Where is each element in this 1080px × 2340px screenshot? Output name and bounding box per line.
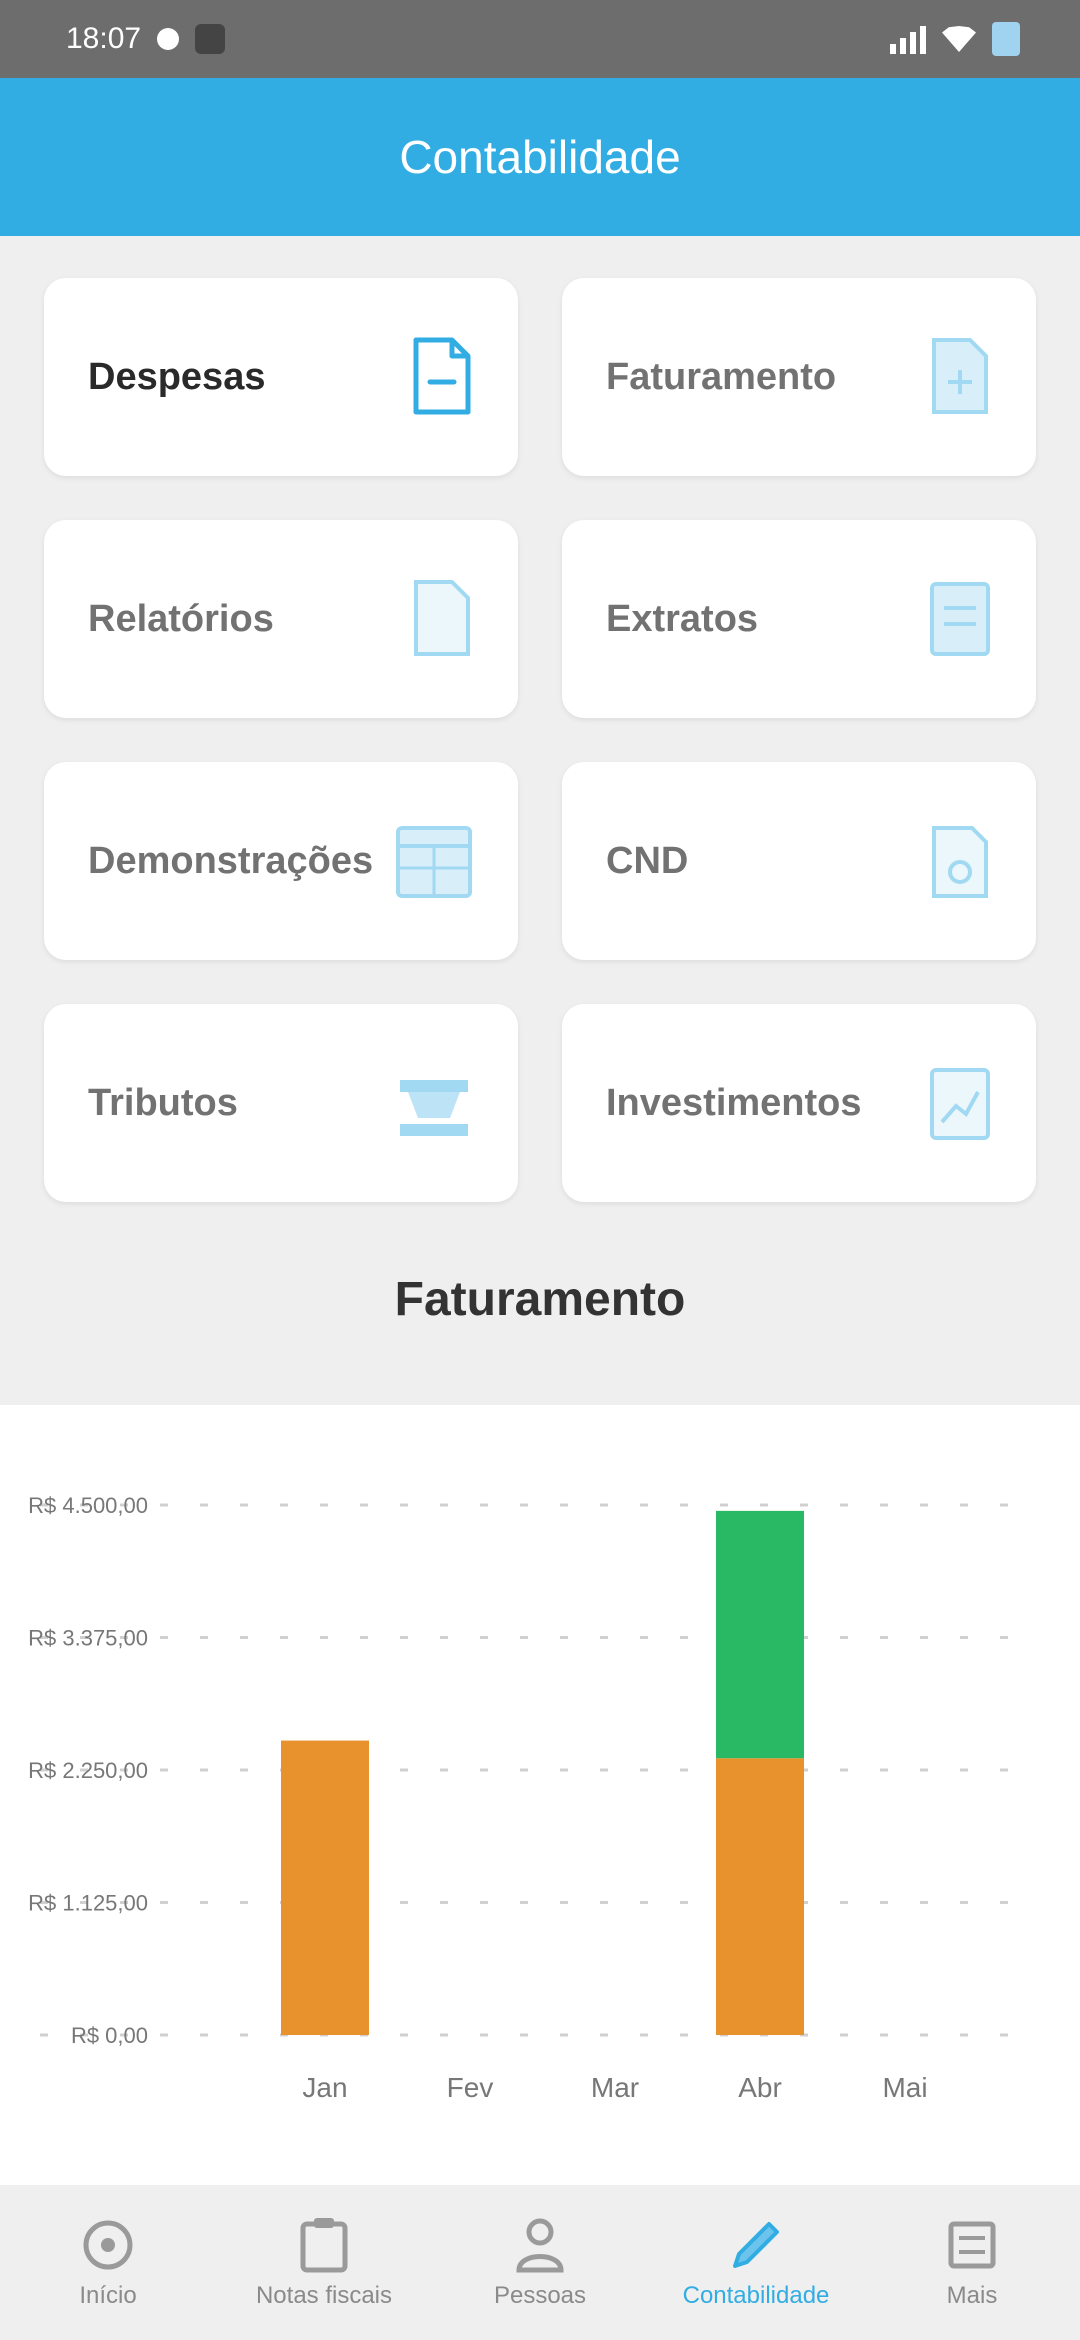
pencil-icon	[727, 2216, 785, 2274]
menu-grid: Despesas Faturamento Relatórios Extratos…	[44, 278, 1036, 1202]
card-label: Extratos	[606, 597, 759, 640]
bar-abr-series-2	[716, 1510, 804, 1759]
nav-mais[interactable]: Mais	[864, 2185, 1080, 2340]
card-label: Investimentos	[606, 1081, 862, 1124]
nav-label: Início	[79, 2281, 137, 2309]
chart-title: Faturamento	[394, 1273, 686, 1326]
nav-label: Notas fiscais	[255, 2281, 393, 2309]
bottom-navigation: Início Notas fiscais Pessoas Contabilida…	[0, 2185, 1080, 2340]
nav-contabilidade[interactable]: Contabilidade	[648, 2185, 864, 2340]
y-tick-label: R$ 4.500,00	[28, 1493, 148, 1518]
card-label: CND	[606, 839, 689, 882]
x-tick-label: Jan	[302, 2072, 347, 2103]
card-label: Despesas	[88, 355, 266, 398]
card-label: Relatórios	[88, 597, 274, 640]
document-minus-icon	[413, 337, 471, 415]
x-tick-label: Abr	[738, 2072, 782, 2103]
card-cnd[interactable]: CND	[562, 762, 1036, 960]
home-icon	[79, 2216, 137, 2274]
card-extratos[interactable]: Extratos	[562, 520, 1036, 718]
notification-dot-icon	[157, 28, 180, 50]
card-demonstracoes[interactable]: Demonstrações	[44, 762, 518, 960]
y-tick-label: R$ 3.375,00	[28, 1626, 148, 1651]
nav-pessoas[interactable]: Pessoas	[432, 2185, 648, 2340]
card-label: Faturamento	[606, 355, 837, 398]
page-title: Contabilidade	[399, 131, 681, 183]
card-label: Tributos	[88, 1081, 238, 1124]
revenue-chart: R$ 0,00 R$ 1.125,00 R$ 2.250,00 R$ 3.375,00…	[0, 1405, 1080, 2185]
bar-chart-svg: R$ 0,00 R$ 1.125,00 R$ 2.250,00 R$ 3.375,00…	[28, 1493, 1040, 2103]
certificate-icon	[932, 826, 988, 898]
document-icon	[414, 580, 470, 656]
card-investimentos[interactable]: Investimentos	[562, 1004, 1036, 1202]
battery-icon	[992, 22, 1020, 56]
nav-label: Pessoas	[493, 2281, 587, 2309]
statement-icon	[930, 582, 990, 656]
chart-growth-icon	[930, 1068, 990, 1140]
status-bar: 18:07	[0, 0, 1080, 78]
y-tick-label: R$ 0,00	[71, 2023, 148, 2048]
card-despesas[interactable]: Despesas	[44, 278, 518, 476]
person-icon	[511, 2216, 569, 2274]
nav-notas-fiscais[interactable]: Notas fiscais	[216, 2185, 432, 2340]
app-icon	[195, 24, 226, 54]
x-tick-label: Mai	[882, 2072, 927, 2103]
clipboard-icon	[295, 2216, 353, 2274]
nav-label: Contabilidade	[682, 2281, 830, 2309]
card-label: Demonstrações	[88, 839, 374, 882]
bar-abr-series-1	[716, 1758, 804, 2035]
card-faturamento[interactable]: Faturamento	[562, 278, 1036, 476]
calendar-table-icon	[396, 826, 472, 898]
x-tick-label: Mar	[591, 2072, 639, 2103]
card-tributos[interactable]: Tributos	[44, 1004, 518, 1202]
document-plus-icon	[932, 338, 988, 414]
y-tick-label: R$ 1.125,00	[28, 1891, 148, 1916]
app-header: Contabilidade	[0, 78, 1080, 236]
government-building-icon	[400, 1080, 468, 1136]
wifi-icon	[942, 26, 976, 52]
status-time: 18:07	[66, 22, 142, 55]
y-tick-label: R$ 2.250,00	[28, 1758, 148, 1783]
menu-icon	[943, 2216, 1001, 2274]
nav-label: Mais	[946, 2281, 998, 2309]
nav-inicio[interactable]: Início	[0, 2185, 216, 2340]
bar-jan-series-1	[281, 1740, 369, 2035]
signal-icon	[890, 24, 926, 54]
x-tick-label: Fev	[447, 2072, 494, 2103]
card-relatorios[interactable]: Relatórios	[44, 520, 518, 718]
